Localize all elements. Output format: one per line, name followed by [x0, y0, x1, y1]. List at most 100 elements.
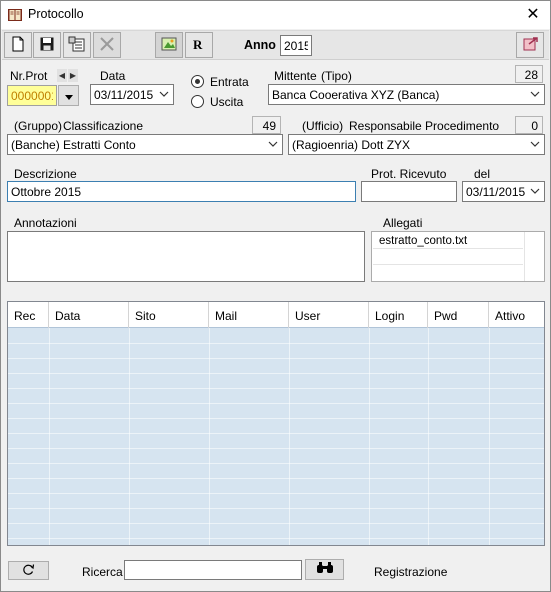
- tipo-label: (Tipo): [321, 69, 352, 83]
- grid-column-line: [49, 328, 50, 545]
- grid-row-line: [8, 448, 544, 449]
- mittente-combo[interactable]: Banca Cooerativa XYZ (Banca): [268, 84, 545, 105]
- classificazione-label: Classificazione: [63, 119, 144, 133]
- allegato-filename: estratto_conto.txt: [379, 235, 468, 247]
- grid-row-line: [8, 493, 544, 494]
- grid-row-line: [8, 523, 544, 524]
- search-button[interactable]: [305, 559, 344, 580]
- responsabile-label: Responsabile Procedimento: [349, 119, 500, 133]
- responsabile-value: (Ragioenria) Dott ZYX: [292, 138, 411, 152]
- grid-column-line: [129, 328, 130, 545]
- ricerca-label: Ricerca: [82, 565, 123, 579]
- column-header-login[interactable]: Login: [369, 302, 428, 328]
- ufficio-label: (Ufficio): [302, 119, 344, 133]
- title-bar: Protocollo ✕: [1, 1, 550, 29]
- properties-button[interactable]: [63, 32, 91, 58]
- grid-row-line: [8, 388, 544, 389]
- column-header-data[interactable]: Data: [49, 302, 129, 328]
- ricerca-input[interactable]: [124, 560, 302, 580]
- anno-input[interactable]: [280, 35, 312, 56]
- annotazioni-label: Annotazioni: [14, 216, 77, 230]
- new-button[interactable]: [4, 32, 32, 58]
- exit-button[interactable]: [516, 32, 544, 58]
- grid-column-line: [369, 328, 370, 545]
- attachment-image-icon: [161, 36, 177, 55]
- report-r-icon: R: [192, 37, 206, 54]
- del-value: 03/11/2015: [466, 185, 526, 199]
- chevron-down-icon: [529, 88, 541, 100]
- column-header-user[interactable]: User: [289, 302, 369, 328]
- descrizione-label: Descrizione: [14, 167, 77, 181]
- prot-ricevuto-label: Prot. Ricevuto: [371, 167, 447, 181]
- nr-prot-input[interactable]: [7, 85, 57, 106]
- chevron-down-icon: [529, 138, 541, 150]
- svg-text:R: R: [193, 37, 203, 51]
- anno-label: Anno: [244, 38, 276, 52]
- entrata-radio[interactable]: [191, 75, 204, 88]
- data-value: 03/11/2015: [94, 88, 154, 102]
- column-header-attivo[interactable]: Attivo: [489, 302, 544, 328]
- next-arrow-icon[interactable]: ▶: [68, 69, 78, 82]
- del-label: del: [474, 167, 491, 181]
- list-item-empty: [373, 249, 523, 265]
- grid-row-line: [8, 508, 544, 509]
- uscita-label: Uscita: [210, 95, 244, 109]
- prot-ricevuto-input[interactable]: [361, 181, 457, 202]
- refresh-button[interactable]: [8, 561, 49, 580]
- attachment-image-button[interactable]: [155, 32, 183, 58]
- column-header-rec[interactable]: Rec: [8, 302, 49, 328]
- column-header-sito[interactable]: Sito: [129, 302, 209, 328]
- mittente-value: Banca Cooerativa XYZ (Banca): [272, 88, 440, 102]
- refresh-icon: [22, 563, 35, 579]
- grid-row-line: [8, 403, 544, 404]
- grid-row-line: [8, 358, 544, 359]
- allegati-list[interactable]: estratto_conto.txt: [371, 231, 545, 282]
- gruppo-label: (Gruppo): [14, 119, 63, 133]
- uscita-radio[interactable]: [191, 95, 204, 108]
- list-item-empty: [373, 265, 523, 281]
- grid-column-line: [428, 328, 429, 545]
- records-grid[interactable]: Rec Data Sito Mail User Login Pwd Attivo: [7, 301, 545, 546]
- report-button[interactable]: R: [185, 32, 213, 58]
- classificazione-count: 49: [252, 116, 281, 134]
- grid-row-line: [8, 343, 544, 344]
- exit-icon: [521, 36, 539, 55]
- column-header-mail[interactable]: Mail: [209, 302, 289, 328]
- app-book-icon: [7, 7, 23, 23]
- grid-column-line: [489, 328, 490, 545]
- binoculars-icon: [316, 562, 334, 577]
- grid-row-line: [8, 478, 544, 479]
- classificazione-value: (Banche) Estratti Conto: [11, 138, 136, 152]
- del-date-picker[interactable]: 03/11/2015: [462, 181, 545, 202]
- entrata-label: Entrata: [210, 75, 249, 89]
- registrazione-label: Registrazione: [374, 565, 448, 579]
- grid-column-line: [209, 328, 210, 545]
- annotazioni-textarea[interactable]: [7, 231, 365, 282]
- close-button[interactable]: ✕: [516, 1, 550, 29]
- responsabile-count: 0: [515, 116, 543, 134]
- properties-icon: [68, 36, 86, 55]
- grid-row-line: [8, 463, 544, 464]
- mittente-count: 28: [515, 65, 543, 83]
- new-document-icon: [11, 36, 25, 55]
- data-date-picker[interactable]: 03/11/2015: [90, 84, 174, 105]
- chevron-down-icon: [64, 89, 73, 103]
- grid-row-line: [8, 433, 544, 434]
- chevron-down-icon: [267, 138, 279, 150]
- nr-prot-dropdown-button[interactable]: [58, 85, 79, 106]
- data-label: Data: [100, 69, 126, 83]
- list-item[interactable]: estratto_conto.txt: [373, 233, 523, 249]
- responsabile-combo[interactable]: (Ragioenria) Dott ZYX: [288, 134, 545, 155]
- save-button[interactable]: [33, 32, 61, 58]
- prev-arrow-icon[interactable]: ◀: [57, 69, 67, 82]
- delete-button[interactable]: [93, 32, 121, 58]
- column-header-pwd[interactable]: Pwd: [428, 302, 489, 328]
- classificazione-combo[interactable]: (Banche) Estratti Conto: [7, 134, 283, 155]
- descrizione-input[interactable]: [7, 181, 356, 202]
- grid-divider: [524, 232, 525, 281]
- allegati-label: Allegati: [383, 216, 423, 230]
- grid-column-line: [289, 328, 290, 545]
- chevron-down-icon: [529, 185, 541, 197]
- nr-prot-label: Nr.Prot: [10, 69, 48, 83]
- grid-header: Rec Data Sito Mail User Login Pwd Attivo: [8, 302, 544, 328]
